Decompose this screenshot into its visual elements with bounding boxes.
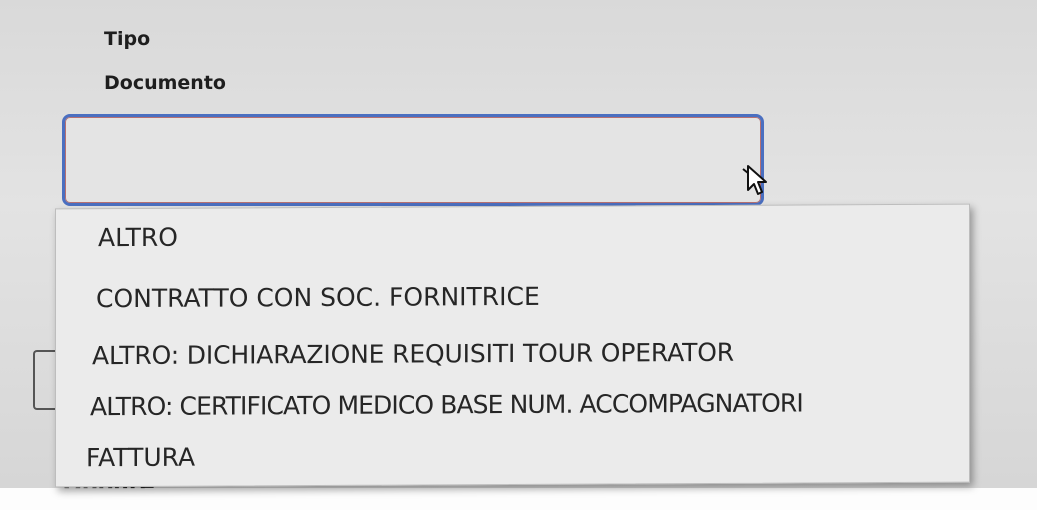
dropdown-option-dichiarazione[interactable]: ALTRO: DICHIARAZIONE REQUISITI TOUR OPER… — [92, 338, 734, 370]
field-label-tipo: Tipo — [104, 28, 151, 50]
partial-input-box[interactable] — [33, 350, 55, 410]
screen-background: Tipo Documento Oppure ALTRO CONTRATTO CO… — [0, 0, 1037, 510]
mouse-pointer-icon — [742, 165, 767, 195]
dropdown-option-certificato[interactable]: ALTRO: CERTIFICATO MEDICO BASE NUM. ACCO… — [90, 388, 803, 421]
dropdown-options-list: ALTRO CONTRATTO CON SOC. FORNITRICE ALTR… — [55, 203, 970, 488]
dropdown-option-fattura[interactable]: FATTURA — [86, 443, 195, 473]
dropdown-option-altro[interactable]: ALTRO — [98, 223, 178, 252]
bottom-band — [0, 488, 1037, 510]
field-label-documento: Documento — [104, 72, 226, 94]
tipo-documento-select[interactable] — [62, 114, 764, 206]
dropdown-option-contratto[interactable]: CONTRATTO CON SOC. FORNITRICE — [96, 282, 540, 313]
